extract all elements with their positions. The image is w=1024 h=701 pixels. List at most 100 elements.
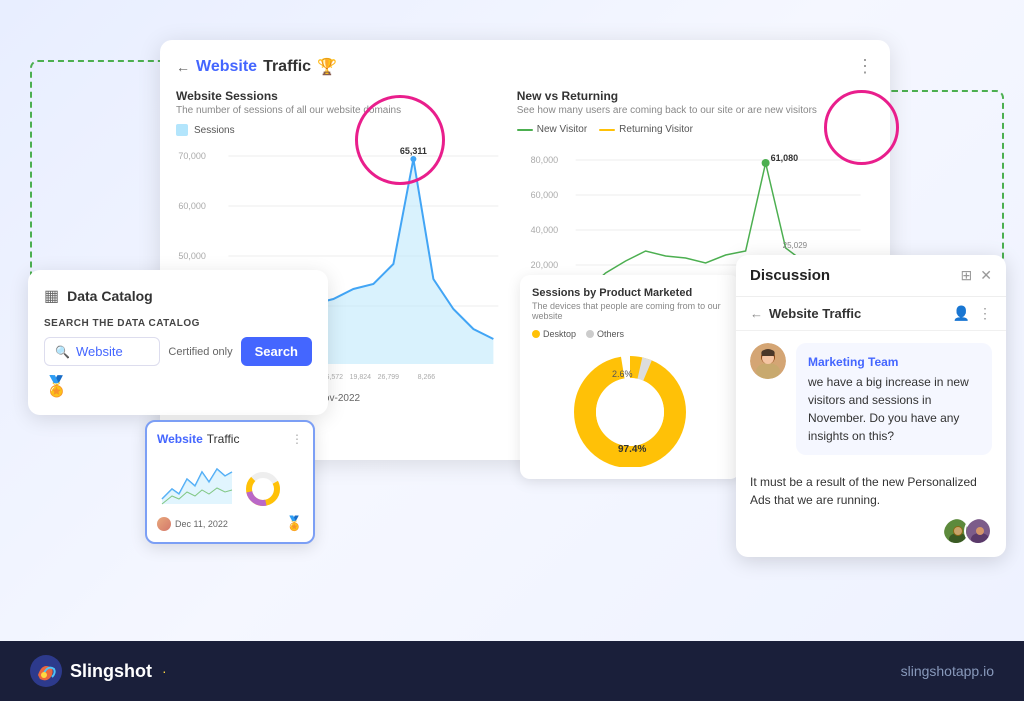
sessions-product-panel: Sessions by Product Marketed The devices… bbox=[520, 275, 740, 479]
svg-text:2.6%: 2.6% bbox=[612, 369, 633, 379]
svg-text:8,266: 8,266 bbox=[418, 374, 436, 381]
donut-container: 2.6% 97.4% bbox=[532, 347, 728, 467]
small-card-date-text: Dec 11, 2022 bbox=[175, 519, 228, 529]
msg-content-1: Marketing Team we have a big increase in… bbox=[796, 343, 992, 465]
small-card-footer: Dec 11, 2022 🏅 bbox=[157, 515, 303, 532]
more-options-button[interactable]: ⋮ bbox=[856, 56, 874, 77]
discussion-title: Discussion bbox=[750, 267, 830, 284]
app-url: slingshotapp.io bbox=[901, 663, 994, 679]
small-card-title-row: Website Traffic bbox=[157, 432, 239, 446]
data-catalog-panel: ▦ Data Catalog SEARCH THE DATA CATALOG 🔍… bbox=[28, 270, 328, 415]
msg-avatar-1 bbox=[750, 343, 786, 379]
legend-returning-visitor: Returning Visitor bbox=[599, 124, 693, 135]
svg-text:25,029: 25,029 bbox=[782, 241, 807, 250]
discussion-sub-header: ← Website Traffic 👤 ⋮ bbox=[736, 297, 1006, 331]
data-catalog-header: ▦ Data Catalog bbox=[44, 286, 312, 306]
discussion-header-icons: ⊞ ✕ bbox=[961, 267, 992, 284]
sp-legend: Desktop Others bbox=[532, 329, 728, 339]
sp-desktop-legend: Desktop bbox=[532, 329, 576, 339]
svg-text:97.4%: 97.4% bbox=[618, 444, 646, 455]
data-catalog-title: Data Catalog bbox=[67, 288, 153, 304]
sp-desktop-label: Desktop bbox=[543, 329, 576, 339]
nvr-subtitle: See how many users are coming back to ou… bbox=[517, 105, 874, 116]
app-name: Slingshot bbox=[70, 661, 152, 682]
card-title-traffic: Traffic bbox=[263, 58, 311, 76]
card-title-row: ← Website Traffic 🏆 bbox=[176, 57, 337, 77]
disc-back-button[interactable]: ← bbox=[750, 306, 763, 321]
disc-sub-icons: 👤 ⋮ bbox=[953, 305, 992, 322]
legend-dot-green bbox=[517, 129, 533, 131]
small-card-chart bbox=[157, 454, 237, 509]
sp-others-legend: Others bbox=[586, 329, 624, 339]
small-card-date: Dec 11, 2022 bbox=[157, 517, 228, 531]
disc-more-button[interactable]: ⋮ bbox=[978, 305, 992, 322]
small-card-more[interactable]: ⋮ bbox=[291, 432, 303, 446]
nvr-legend: New Visitor Returning Visitor bbox=[517, 124, 874, 135]
sp-others-dot bbox=[586, 330, 594, 338]
search-input-wrap[interactable]: 🔍 Website bbox=[44, 337, 160, 366]
discussion-body: Marketing Team we have a big increase in… bbox=[736, 331, 1006, 557]
discussion-panel: Discussion ⊞ ✕ ← Website Traffic 👤 ⋮ bbox=[736, 255, 1006, 557]
message-bubble-1: Marketing Team we have a big increase in… bbox=[796, 343, 992, 455]
discussion-grid-icon[interactable]: ⊞ bbox=[961, 267, 973, 284]
card-title-website: Website bbox=[196, 58, 257, 76]
main-area: ← Website Traffic 🏆 ⋮ Website Sessions T… bbox=[0, 0, 1024, 641]
bottom-bar: Slingshot · slingshotapp.io bbox=[0, 641, 1024, 701]
svg-text:61,080: 61,080 bbox=[770, 153, 798, 163]
sp-title: Sessions by Product Marketed bbox=[532, 287, 728, 299]
disc-user-icon[interactable]: 👤 bbox=[953, 305, 970, 322]
back-button[interactable]: ← bbox=[176, 59, 190, 75]
data-catalog-icon: ▦ bbox=[44, 286, 59, 306]
search-icon: 🔍 bbox=[55, 345, 70, 359]
svg-text:19,824: 19,824 bbox=[350, 374, 372, 381]
legend-new-label: New Visitor bbox=[537, 124, 587, 135]
search-input-value: Website bbox=[76, 344, 123, 359]
message-reply: It must be a result of the new Personali… bbox=[750, 473, 992, 545]
reply-avatars bbox=[750, 517, 992, 545]
discussion-close-button[interactable]: ✕ bbox=[980, 267, 992, 284]
nvr-peak-marker bbox=[761, 159, 769, 167]
svg-text:40,000: 40,000 bbox=[530, 225, 558, 235]
slingshot-logo-icon bbox=[30, 655, 62, 687]
trademark-dot: · bbox=[162, 663, 167, 679]
sp-donut-chart: 2.6% 97.4% bbox=[560, 347, 700, 467]
legend-new-visitor: New Visitor bbox=[517, 124, 587, 135]
small-card-donut bbox=[243, 469, 283, 509]
sessions-peak bbox=[410, 156, 416, 162]
disc-sub-title: Website Traffic bbox=[769, 306, 861, 321]
svg-text:80,000: 80,000 bbox=[530, 155, 558, 165]
svg-text:60,000: 60,000 bbox=[530, 190, 558, 200]
sp-others-label: Others bbox=[597, 329, 624, 339]
legend-dot-yellow bbox=[599, 129, 615, 131]
small-card-body bbox=[157, 454, 303, 509]
card-header: ← Website Traffic 🏆 ⋮ bbox=[176, 56, 874, 77]
search-button[interactable]: Search bbox=[241, 337, 312, 366]
small-card-award: 🏅 bbox=[286, 515, 303, 532]
svg-text:60,000: 60,000 bbox=[178, 201, 206, 211]
message-1: Marketing Team we have a big increase in… bbox=[750, 343, 992, 465]
sessions-legend-label: Sessions bbox=[194, 125, 235, 136]
legend-returning-label: Returning Visitor bbox=[619, 124, 693, 135]
svg-text:65,311: 65,311 bbox=[400, 146, 427, 156]
nvr-title: New vs Returning bbox=[517, 89, 874, 103]
certified-only-label: Certified only bbox=[168, 346, 232, 358]
svg-text:50,000: 50,000 bbox=[178, 251, 206, 261]
reply-avatar-2 bbox=[964, 517, 992, 545]
sessions-subtitle: The number of sessions of all our websit… bbox=[176, 105, 501, 116]
sessions-title: Website Sessions bbox=[176, 89, 501, 103]
small-card-traffic: Traffic bbox=[207, 432, 240, 446]
small-card-website: Website bbox=[157, 432, 203, 446]
msg-text-1: we have a big increase in new visitors a… bbox=[808, 373, 980, 445]
msg-sender: Marketing Team bbox=[808, 355, 898, 369]
svg-text:70,000: 70,000 bbox=[178, 151, 206, 161]
trophy-icon: 🏆 bbox=[317, 57, 337, 77]
search-row: 🔍 Website Certified only Search bbox=[44, 337, 312, 366]
search-label: SEARCH THE DATA CATALOG bbox=[44, 318, 312, 329]
svg-text:26,799: 26,799 bbox=[378, 374, 400, 381]
sessions-legend-color bbox=[176, 124, 188, 136]
svg-text:20,000: 20,000 bbox=[530, 260, 558, 270]
certified-award-icon: 🏅 bbox=[44, 374, 312, 399]
sp-subtitle: The devices that people are coming from … bbox=[532, 301, 728, 321]
msg-reply-text: It must be a result of the new Personali… bbox=[750, 473, 992, 509]
small-traffic-card: Website Traffic ⋮ Dec 11, 2022 bbox=[145, 420, 315, 544]
